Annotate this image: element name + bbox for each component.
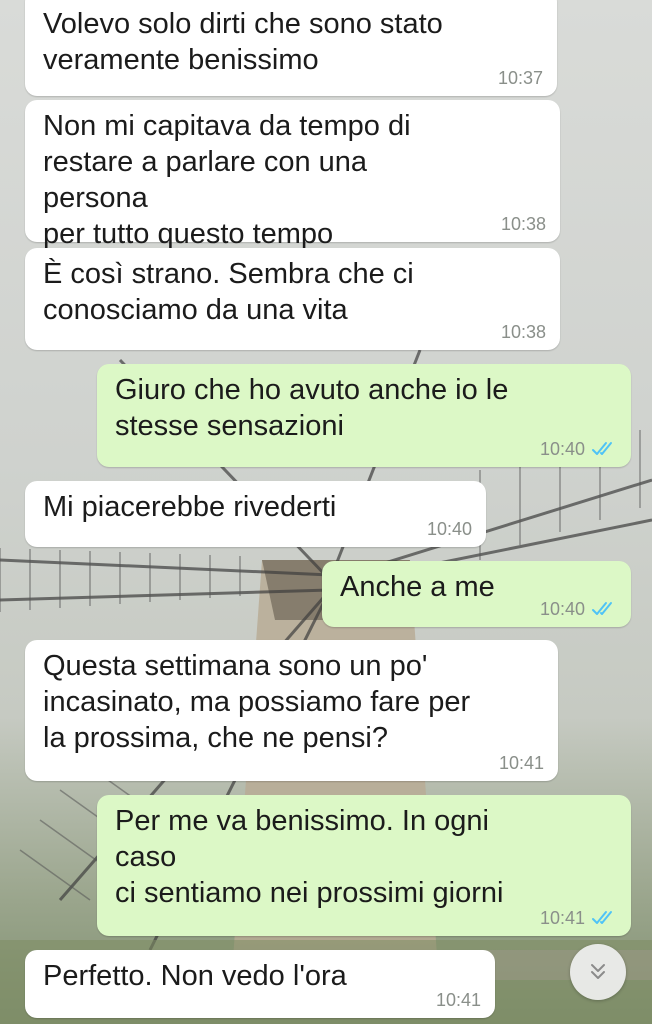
read-receipt-double-check-icon xyxy=(592,602,612,615)
message-text: È così strano. Sembra che ci conosciamo … xyxy=(43,258,414,326)
message-timestamp: 10:38 xyxy=(500,322,546,342)
message-timestamp: 10:41 xyxy=(435,990,481,1010)
incoming-message-bubble[interactable]: Non mi capitava da tempo di restare a pa… xyxy=(25,100,560,250)
incoming-message-bubble[interactable]: È così strano. Sembra che ci conosciamo … xyxy=(25,248,560,350)
message-text: Giuro che ho avuto anche io le stesse se… xyxy=(115,374,509,442)
message-timestamp: 10:40 xyxy=(539,599,585,619)
message-meta: 10:40 xyxy=(427,519,472,539)
outgoing-message-bubble[interactable]: Per me va benissimo. In ogni caso ci sen… xyxy=(97,795,631,936)
message-meta: 10:38 xyxy=(501,322,546,342)
message-text: Per me va benissimo. In ogni caso ci sen… xyxy=(115,805,504,909)
message-meta: 10:41 xyxy=(436,990,481,1010)
message-meta: 10:40 xyxy=(540,439,617,459)
message-timestamp: 10:40 xyxy=(539,439,585,459)
read-receipt-double-check-icon xyxy=(592,442,612,455)
double-chevron-down-icon xyxy=(591,964,605,979)
message-timestamp: 10:41 xyxy=(539,908,585,928)
message-meta: 10:40 xyxy=(540,599,617,619)
message-meta: 10:38 xyxy=(501,214,546,234)
message-timestamp: 10:41 xyxy=(498,753,544,773)
message-text: Mi piacerebbe rivederti xyxy=(43,491,337,523)
message-meta: 10:41 xyxy=(499,753,544,773)
message-text: Volevo solo dirti che sono stato veramen… xyxy=(43,8,443,76)
incoming-message-bubble[interactable]: Mi piacerebbe rivederti 10:40 xyxy=(25,481,486,547)
message-timestamp: 10:40 xyxy=(426,519,472,539)
read-receipt-double-check-icon xyxy=(592,911,612,924)
message-text: Perfetto. Non vedo l'ora xyxy=(43,960,347,992)
message-text: Questa settimana sono un po' incasinato,… xyxy=(43,650,471,754)
outgoing-message-bubble[interactable]: Anche a me 10:40 xyxy=(322,561,631,627)
incoming-message-bubble[interactable]: Perfetto. Non vedo l'ora 10:41 xyxy=(25,950,495,1018)
message-meta: 10:41 xyxy=(540,908,617,928)
message-timestamp: 10:38 xyxy=(500,214,546,234)
message-text: Non mi capitava da tempo di restare a pa… xyxy=(43,110,411,250)
message-text: Anche a me xyxy=(340,571,495,603)
incoming-message-bubble[interactable]: Volevo solo dirti che sono stato veramen… xyxy=(25,0,557,96)
outgoing-message-bubble[interactable]: Giuro che ho avuto anche io le stesse se… xyxy=(97,364,631,467)
scroll-to-bottom-button[interactable] xyxy=(570,944,626,1000)
message-meta: 10:37 xyxy=(498,68,543,88)
incoming-message-bubble[interactable]: Questa settimana sono un po' incasinato,… xyxy=(25,640,558,781)
message-timestamp: 10:37 xyxy=(497,68,543,88)
